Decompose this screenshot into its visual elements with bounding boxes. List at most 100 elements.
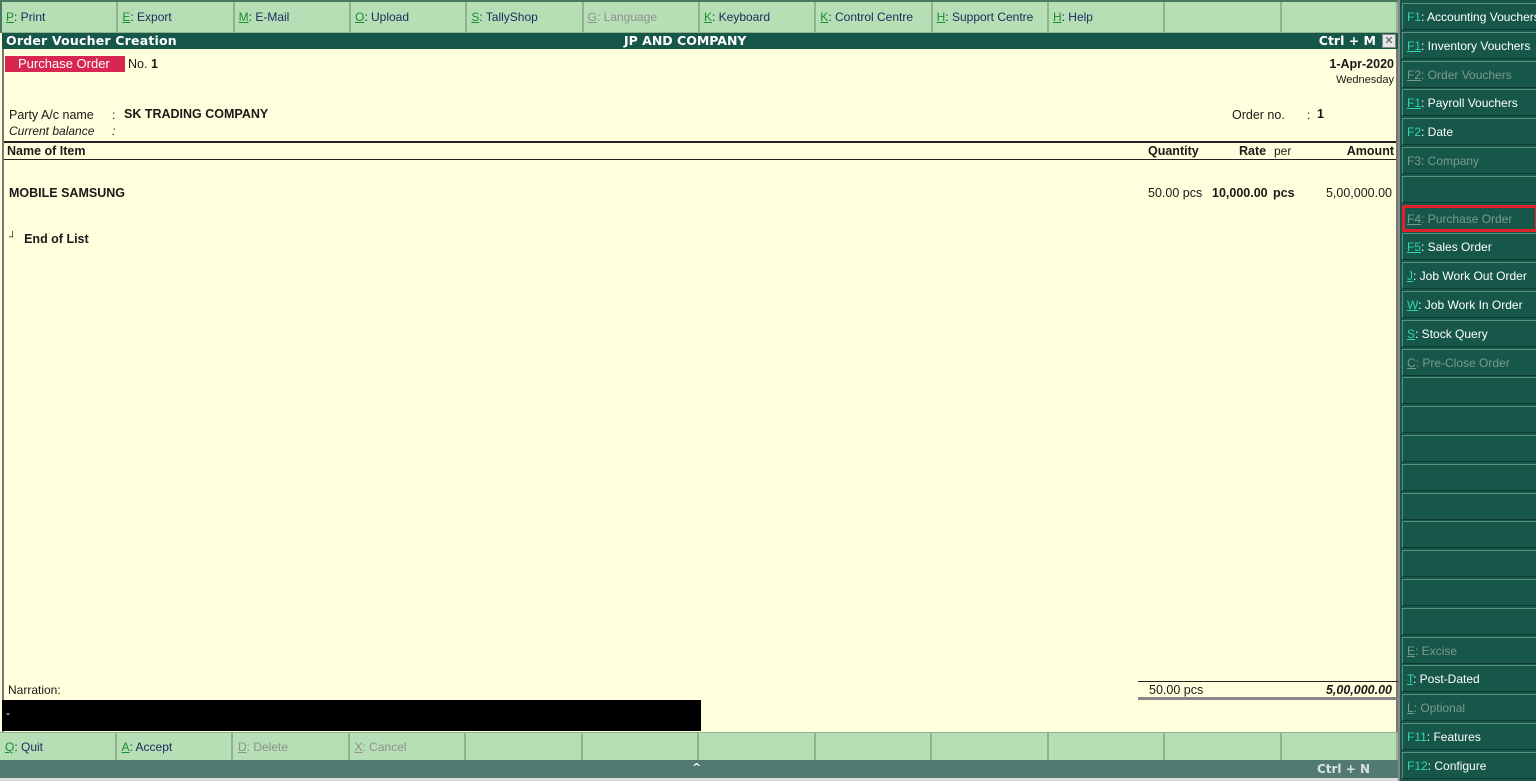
minimize-shortcut[interactable]: Ctrl + M xyxy=(1319,33,1376,48)
item-quantity[interactable]: 50.00 pcs xyxy=(1148,186,1202,200)
menu-e-mail-button[interactable]: M: E-Mail xyxy=(234,2,351,33)
header-quantity: Quantity xyxy=(1148,144,1199,158)
voucher-number[interactable]: No. 1 xyxy=(128,57,158,71)
shortcut-key: H xyxy=(1052,10,1062,24)
party-name-field[interactable]: SK TRADING COMPANY xyxy=(124,107,268,121)
shortcut-key: G xyxy=(587,10,597,24)
total-quantity: 50.00 pcs xyxy=(1149,683,1204,697)
panel-inventory-vouchers-button[interactable]: F1: Inventory Vouchers xyxy=(1402,31,1536,59)
menu-help-button[interactable]: H: Help xyxy=(1048,2,1166,33)
order-no-field[interactable]: 1 xyxy=(1317,107,1324,121)
button-label: : Configure xyxy=(1427,758,1487,773)
item-per[interactable]: pcs xyxy=(1273,186,1295,200)
panel-payroll-vouchers-button[interactable]: F1: Payroll Vouchers xyxy=(1402,89,1536,117)
bottom-empty-slot xyxy=(699,733,816,761)
panel-job-work-in-order-button[interactable]: W: Job Work In Order xyxy=(1402,291,1536,318)
shortcut-key: W xyxy=(1407,298,1419,312)
status-bar: ^ Ctrl + N xyxy=(0,760,1398,778)
menu-print-button[interactable]: P: Print xyxy=(2,2,119,33)
menu-keyboard-button[interactable]: K: Keyboard xyxy=(699,2,817,33)
menu-label: : Control Centre xyxy=(828,10,914,24)
shortcut-key: D xyxy=(238,740,247,754)
panel-optional-button[interactable]: L: Optional xyxy=(1402,694,1536,722)
shortcut-key: M xyxy=(238,10,249,24)
menu-support-centre-button[interactable]: H: Support Centre xyxy=(932,2,1049,33)
button-label: : Post-Dated xyxy=(1413,672,1480,687)
panel-empty-slot xyxy=(1402,377,1536,405)
voucher-date[interactable]: 1-Apr-2020 xyxy=(1329,57,1394,71)
item-rate[interactable]: 10,000.00 xyxy=(1212,186,1268,200)
button-label: : Inventory Vouchers xyxy=(1421,38,1531,53)
shortcut-key: F2 xyxy=(1407,67,1422,82)
end-of-list[interactable]: ┘ End of List xyxy=(9,232,89,246)
menu-label: : Keyboard xyxy=(711,10,771,24)
delete-button[interactable]: D: Delete xyxy=(233,733,350,761)
menu-export-button[interactable]: E: Export xyxy=(118,2,235,33)
button-label: : Purchase Order xyxy=(1421,211,1513,226)
right-button-panel: F1: Accounting Vouchers F1: Inventory Vou… xyxy=(1398,0,1536,781)
close-icon[interactable]: ✕ xyxy=(1382,34,1396,48)
balance-colon: : xyxy=(112,124,116,138)
shortcut-key: F3 xyxy=(1407,154,1422,168)
panel-excise-button[interactable]: E: Excise xyxy=(1402,636,1536,664)
menu-control-centre-button[interactable]: K: Control Centre xyxy=(816,2,933,33)
order-no-label: Order no. xyxy=(1232,108,1285,122)
button-label: : Payroll Vouchers xyxy=(1421,96,1518,111)
narration-label: Narration: xyxy=(8,683,61,697)
menu-empty-slot xyxy=(1165,2,1282,33)
panel-empty-slot xyxy=(1402,463,1536,491)
button-label: : Optional xyxy=(1413,701,1466,716)
quit-button[interactable]: Q: Quit xyxy=(0,733,117,761)
panel-post-dated-button[interactable]: T: Post-Dated xyxy=(1402,665,1536,693)
shortcut-key: F2 xyxy=(1407,125,1422,140)
item-amount[interactable]: 5,00,000.00 xyxy=(1326,186,1392,200)
button-label: : Sales Order xyxy=(1421,240,1492,255)
menu-tallyshop-button[interactable]: S: TallyShop xyxy=(467,2,584,33)
menu-label: : Support Centre xyxy=(945,10,1034,24)
bottom-action-bar: Q: Quit A: Accept D: Delete X: Cancel xyxy=(0,732,1398,761)
menu-upload-button[interactable]: O: Upload xyxy=(350,2,468,33)
bottom-empty-slot xyxy=(466,733,583,761)
button-label: : Job Work In Order xyxy=(1418,298,1523,312)
bottom-empty-slot xyxy=(1165,733,1282,761)
ctrl-n-shortcut[interactable]: Ctrl + N xyxy=(1317,762,1370,776)
panel-order-vouchers-button[interactable]: F2: Order Vouchers xyxy=(1402,60,1536,88)
panel-sales-order-button[interactable]: F5: Sales Order xyxy=(1402,233,1536,261)
order-no-colon: : xyxy=(1307,108,1311,122)
total-bottom-divider xyxy=(1138,697,1398,700)
panel-job-work-out-order-button[interactable]: J: Job Work Out Order xyxy=(1402,262,1536,290)
menu-label: : Language xyxy=(596,10,658,24)
shortcut-key: O xyxy=(354,10,365,24)
panel-stock-query-button[interactable]: S: Stock Query xyxy=(1402,319,1536,347)
shortcut-key: P xyxy=(6,10,15,24)
bottom-empty-slot xyxy=(932,733,1049,761)
button-label: : Delete xyxy=(246,740,289,754)
item-name[interactable]: MOBILE SAMSUNG xyxy=(9,186,125,200)
panel-company-button[interactable]: F3: Company xyxy=(1402,147,1536,174)
header-rate: Rate xyxy=(1239,144,1267,158)
narration-input[interactable]: - xyxy=(2,700,701,731)
panel-accounting-vouchers-button[interactable]: F1: Accounting Vouchers xyxy=(1402,3,1536,30)
shortcut-key: X xyxy=(354,740,363,754)
panel-pre-close-order-button[interactable]: C: Pre-Close Order xyxy=(1402,348,1536,376)
menu-language-button[interactable]: G: Language xyxy=(583,2,700,33)
panel-date-button[interactable]: F2: Date xyxy=(1402,118,1536,146)
shortcut-key: C xyxy=(1407,355,1416,370)
shortcut-key: F1 xyxy=(1407,10,1422,24)
shortcut-key: L xyxy=(1407,701,1414,716)
panel-features-button[interactable]: F11: Features xyxy=(1402,723,1536,750)
voucher-type-badge[interactable]: Purchase Order xyxy=(5,56,125,72)
panel-empty-slot xyxy=(1402,175,1536,203)
header-per: per xyxy=(1274,144,1292,158)
panel-empty-slot xyxy=(1402,579,1536,606)
accept-button[interactable]: A: Accept xyxy=(117,733,233,761)
menu-label: : E-Mail xyxy=(248,10,290,24)
cancel-button[interactable]: X: Cancel xyxy=(350,733,466,761)
chevron-up-icon[interactable]: ^ xyxy=(692,761,701,774)
menu-label: : TallyShop xyxy=(479,10,538,24)
panel-configure-button[interactable]: F12: Configure xyxy=(1402,751,1536,779)
button-label: : Accept xyxy=(129,740,173,754)
panel-purchase-order-button[interactable]: F4: Purchase Order xyxy=(1402,204,1536,232)
bottom-empty-slot xyxy=(1049,733,1165,761)
shortcut-key: K xyxy=(703,10,712,24)
